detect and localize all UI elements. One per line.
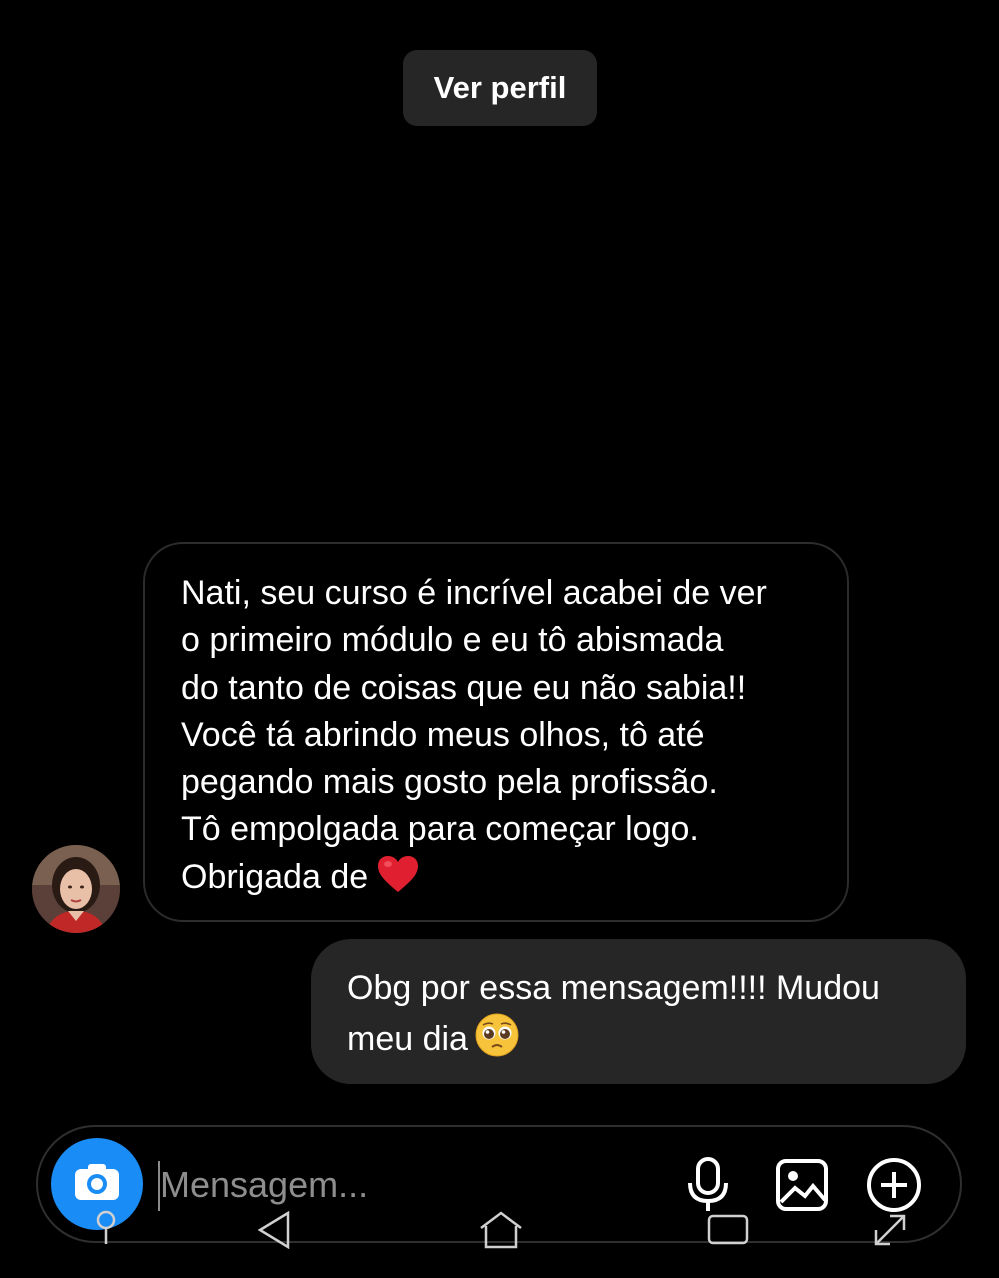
message-line-text: Obrigada de (181, 857, 369, 896)
message-line-text: meu dia (347, 1020, 468, 1058)
microphone-icon (686, 1156, 730, 1218)
gallery-icon (775, 1158, 829, 1217)
message-line: Tô empolgada para começar logo. (181, 810, 699, 849)
view-profile-label: Ver perfil (433, 70, 567, 105)
avatar[interactable] (32, 845, 120, 933)
message-input[interactable] (160, 1157, 660, 1213)
expand-icon[interactable] (870, 1210, 910, 1255)
message-line: Você tá abrindo meus olhos, tô até (181, 715, 705, 754)
outgoing-message-bubble[interactable]: Obg por essa mensagem!!!! Mudou meu dia (311, 939, 966, 1084)
location-pin-icon[interactable] (95, 1210, 117, 1251)
message-line: Nati, seu curso é incrível acabei de ver (181, 574, 767, 612)
camera-icon (72, 1161, 122, 1208)
recents-icon[interactable] (706, 1210, 750, 1251)
home-icon[interactable] (478, 1210, 524, 1255)
heart-icon (376, 854, 420, 907)
message-line-last: Obrigada de (181, 854, 817, 907)
message-line: o primeiro módulo e eu tô abismada (181, 621, 724, 660)
gallery-button[interactable] (772, 1157, 832, 1217)
chat-screen: Ver perfil Nati, seu curso é incrível ac… (0, 0, 999, 1278)
message-line-last: meu dia (347, 1012, 942, 1071)
back-icon[interactable] (256, 1210, 292, 1255)
avatar-photo (32, 845, 120, 933)
message-line: do tanto de coisas que eu não sabia!! (181, 668, 747, 707)
message-line: Obg por essa mensagem!!!! Mudou (347, 969, 880, 1007)
message-line: pegando mais gosto pela profissão. (181, 763, 718, 802)
plus-circle-icon (866, 1157, 922, 1218)
microphone-button[interactable] (678, 1156, 738, 1218)
pleading-face-icon (474, 1012, 520, 1071)
view-profile-button[interactable]: Ver perfil (403, 50, 597, 126)
add-button[interactable] (864, 1157, 924, 1217)
incoming-message-bubble[interactable]: Nati, seu curso é incrível acabei de ver… (143, 542, 849, 922)
